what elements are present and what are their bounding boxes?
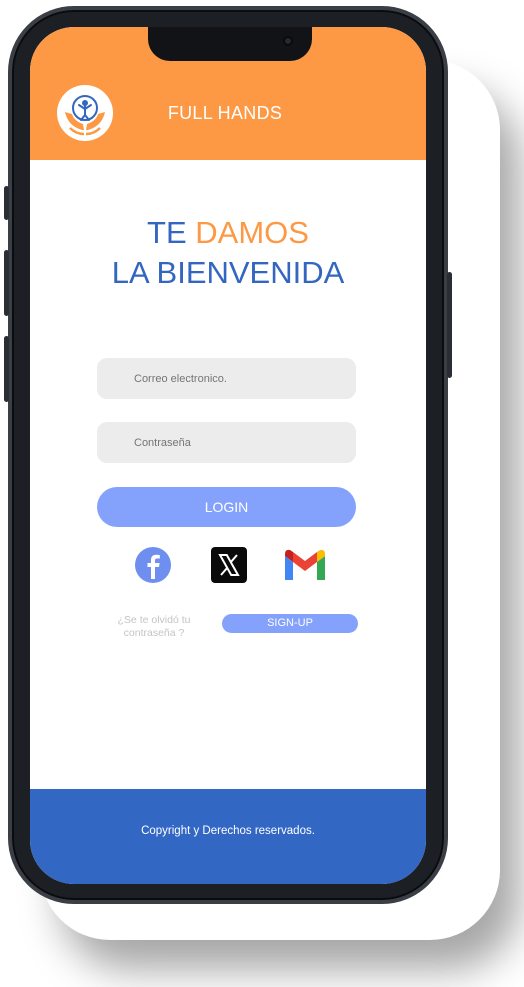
welcome-line-2: LA BIENVENIDA: [111, 255, 345, 290]
welcome-accent: DAMOS: [195, 215, 309, 250]
phone-notch: [148, 27, 312, 61]
gmail-login-button[interactable]: [282, 546, 328, 584]
app-title: FULL HANDS: [167, 103, 283, 123]
mute-switch: [4, 186, 9, 220]
app-header: FULL HANDS: [30, 27, 426, 160]
device-stage: FULL HANDS TE DAMOS LA BIENVENIDA LOGIN: [0, 0, 524, 987]
welcome-prefix: TE: [147, 215, 196, 250]
x-icon: [211, 547, 247, 583]
app-footer: Copyright y Derechos reservados.: [30, 789, 426, 884]
email-input[interactable]: [97, 358, 356, 399]
app-logo: [57, 85, 113, 141]
forgot-password-link[interactable]: ¿Se te olvidó tu contraseña ?: [105, 614, 203, 640]
front-camera: [283, 36, 293, 46]
phone-screen: FULL HANDS TE DAMOS LA BIENVENIDA LOGIN: [30, 27, 426, 884]
password-input[interactable]: [97, 422, 356, 463]
welcome-heading: TE DAMOS LA BIENVENIDA: [30, 213, 426, 293]
signup-button[interactable]: SIGN-UP: [222, 614, 358, 633]
helping-hands-logo-icon: [65, 95, 105, 136]
facebook-login-button[interactable]: [134, 546, 172, 584]
volume-up-button: [4, 250, 9, 316]
gmail-icon: [285, 549, 325, 580]
x-login-button[interactable]: [210, 546, 248, 584]
power-button: [447, 272, 452, 378]
facebook-icon: [135, 547, 171, 583]
login-button[interactable]: LOGIN: [97, 487, 356, 527]
welcome-line-1: TE DAMOS: [30, 213, 426, 253]
volume-down-button: [4, 336, 9, 402]
copyright-text: Copyright y Derechos reservados.: [141, 825, 315, 837]
